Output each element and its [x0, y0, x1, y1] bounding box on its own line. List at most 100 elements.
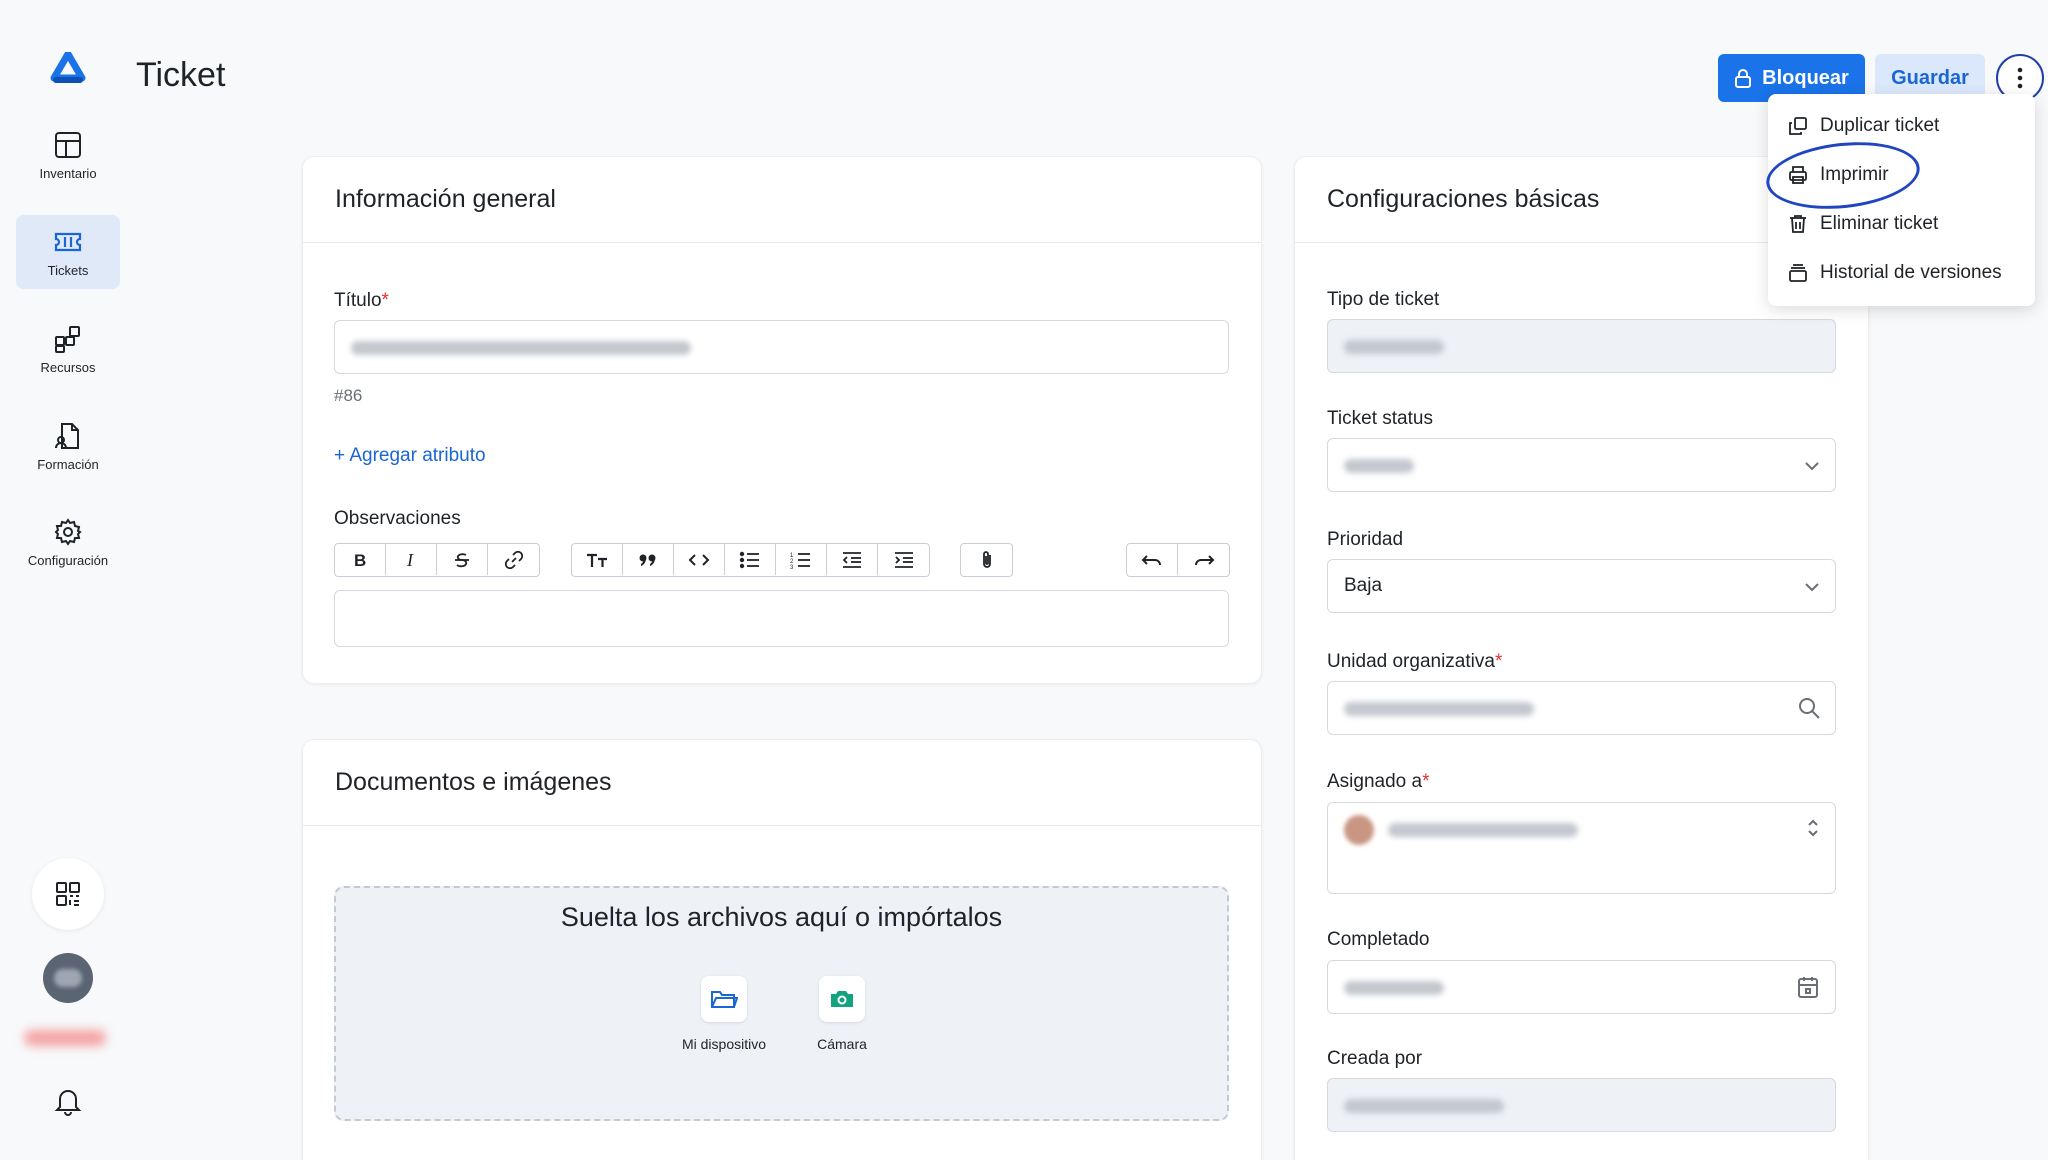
camera-button[interactable]: Cámara [787, 976, 897, 1052]
attach-button[interactable] [961, 544, 1012, 575]
redacted-label [24, 1030, 106, 1046]
required-mark: * [1494, 651, 1503, 672]
priority-value: Baja [1344, 575, 1383, 596]
completed-value-redacted [1344, 981, 1444, 995]
chevron-down-icon [1803, 578, 1821, 596]
code-button[interactable] [674, 544, 725, 575]
add-attribute-link[interactable]: + Agregar atributo [334, 445, 486, 467]
app-logo[interactable] [48, 52, 88, 88]
sidebar-item-configuracion[interactable]: Configuración [16, 505, 120, 579]
redo-button[interactable] [1178, 544, 1229, 575]
bullet-list-icon [739, 550, 761, 570]
sidebar-item-label: Formación [37, 456, 99, 472]
ticket-status-select[interactable] [1327, 438, 1836, 492]
indent-button[interactable] [878, 544, 929, 575]
resources-icon [53, 324, 83, 354]
completed-label: Completado [1327, 929, 1430, 950]
menu-item-delete[interactable]: Eliminar ticket [1788, 209, 1938, 239]
ticket-type-value-redacted [1344, 340, 1444, 354]
link-button[interactable] [488, 544, 539, 575]
heading-button[interactable] [572, 544, 623, 575]
page-title: Ticket [136, 56, 226, 94]
menu-item-version-history[interactable]: Historial de versiones [1788, 258, 2002, 288]
assignee-value-redacted [1388, 823, 1578, 837]
sidebar-item-recursos[interactable]: Recursos [16, 312, 120, 386]
created-by-input [1327, 1078, 1836, 1132]
completed-date-input[interactable] [1327, 960, 1836, 1014]
ticket-status-label: Ticket status [1327, 408, 1433, 429]
assigned-select[interactable] [1327, 802, 1836, 894]
sidebar-item-inventario[interactable]: Inventario [16, 118, 120, 192]
ticket-type-label: Tipo de ticket [1327, 289, 1440, 310]
title-field-label: Título* [334, 290, 389, 312]
calendar-icon[interactable] [1797, 975, 1819, 999]
assigned-label-text: Asignado a [1327, 771, 1423, 792]
ticket-status-value-redacted [1344, 459, 1414, 473]
chevron-updown-icon [1805, 817, 1821, 839]
my-device-label: Mi dispositivo [681, 1036, 767, 1052]
camera-label: Cámara [817, 1036, 867, 1052]
numbered-list-button[interactable]: 123 [776, 544, 827, 575]
assigned-label: Asignado a* [1327, 771, 1429, 793]
notes-label: Observaciones [334, 508, 461, 529]
file-dropzone[interactable]: Suelta los archivos aquí o impórtalos Mi… [334, 886, 1229, 1121]
kebab-icon [2017, 67, 2023, 89]
format-toolbar-block: 123 [571, 543, 930, 577]
ticket-number: #86 [334, 386, 363, 405]
indent-icon [893, 550, 915, 570]
qr-code-button[interactable] [32, 858, 104, 930]
title-input[interactable] [334, 320, 1229, 374]
bold-button[interactable]: B [335, 544, 386, 575]
undo-button[interactable] [1127, 544, 1178, 575]
sidebar-item-formacion[interactable]: Formación [16, 409, 120, 483]
svg-text:B: B [354, 551, 366, 570]
sidebar-item-label: Tickets [47, 262, 89, 278]
training-icon [53, 421, 83, 451]
outdent-icon [841, 550, 863, 570]
camera-icon [819, 976, 865, 1022]
required-mark: * [381, 290, 389, 311]
history-icon [1788, 263, 1808, 283]
strikethrough-icon [452, 550, 472, 570]
title-input-value-redacted [351, 341, 691, 355]
my-device-button[interactable]: Mi dispositivo [669, 976, 779, 1052]
menu-item-duplicate[interactable]: Duplicar ticket [1788, 111, 1939, 141]
ticket-type-input [1327, 319, 1836, 373]
org-unit-label-text: Unidad organizativa [1327, 651, 1495, 672]
inventory-icon [53, 130, 83, 160]
italic-button[interactable]: I [386, 544, 437, 575]
bold-icon: B [350, 550, 370, 570]
menu-item-label: Duplicar ticket [1820, 115, 1940, 136]
blockquote-button[interactable] [623, 544, 674, 575]
bullet-list-button[interactable] [725, 544, 776, 575]
search-icon[interactable] [1797, 696, 1821, 720]
general-info-heading: Información general [303, 157, 1261, 243]
org-unit-search-input[interactable] [1327, 681, 1836, 735]
format-toolbar-inline: B I [334, 543, 540, 577]
sidebar-item-tickets[interactable]: Tickets [16, 215, 120, 289]
avatar-image [54, 969, 82, 987]
outdent-button[interactable] [827, 544, 878, 575]
code-icon [688, 550, 710, 570]
lock-button-label: Bloquear [1762, 66, 1849, 89]
user-avatar[interactable] [43, 953, 93, 1003]
bell-icon[interactable] [54, 1086, 82, 1116]
notes-editor[interactable] [334, 590, 1229, 647]
sidebar: Inventario Tickets Recursos Formación Co… [0, 0, 135, 1160]
undo-icon [1140, 550, 1164, 570]
strikethrough-button[interactable] [437, 544, 488, 575]
sidebar-item-label: Recursos [40, 359, 96, 375]
qr-code-icon [54, 880, 82, 908]
required-mark: * [1422, 771, 1430, 792]
dropzone-text: Suelta los archivos aquí o impórtalos [560, 902, 1003, 932]
link-icon [504, 550, 524, 570]
format-toolbar-history [1126, 543, 1230, 577]
trash-icon [1788, 214, 1808, 234]
created-by-value-redacted [1344, 1099, 1504, 1113]
org-unit-label: Unidad organizativa* [1327, 651, 1502, 673]
priority-label: Prioridad [1327, 529, 1404, 550]
menu-item-label: Historial de versiones [1820, 262, 2002, 283]
sidebar-item-label: Configuración [27, 552, 109, 568]
priority-select[interactable]: Baja [1327, 559, 1836, 613]
svg-text:3: 3 [790, 565, 794, 570]
